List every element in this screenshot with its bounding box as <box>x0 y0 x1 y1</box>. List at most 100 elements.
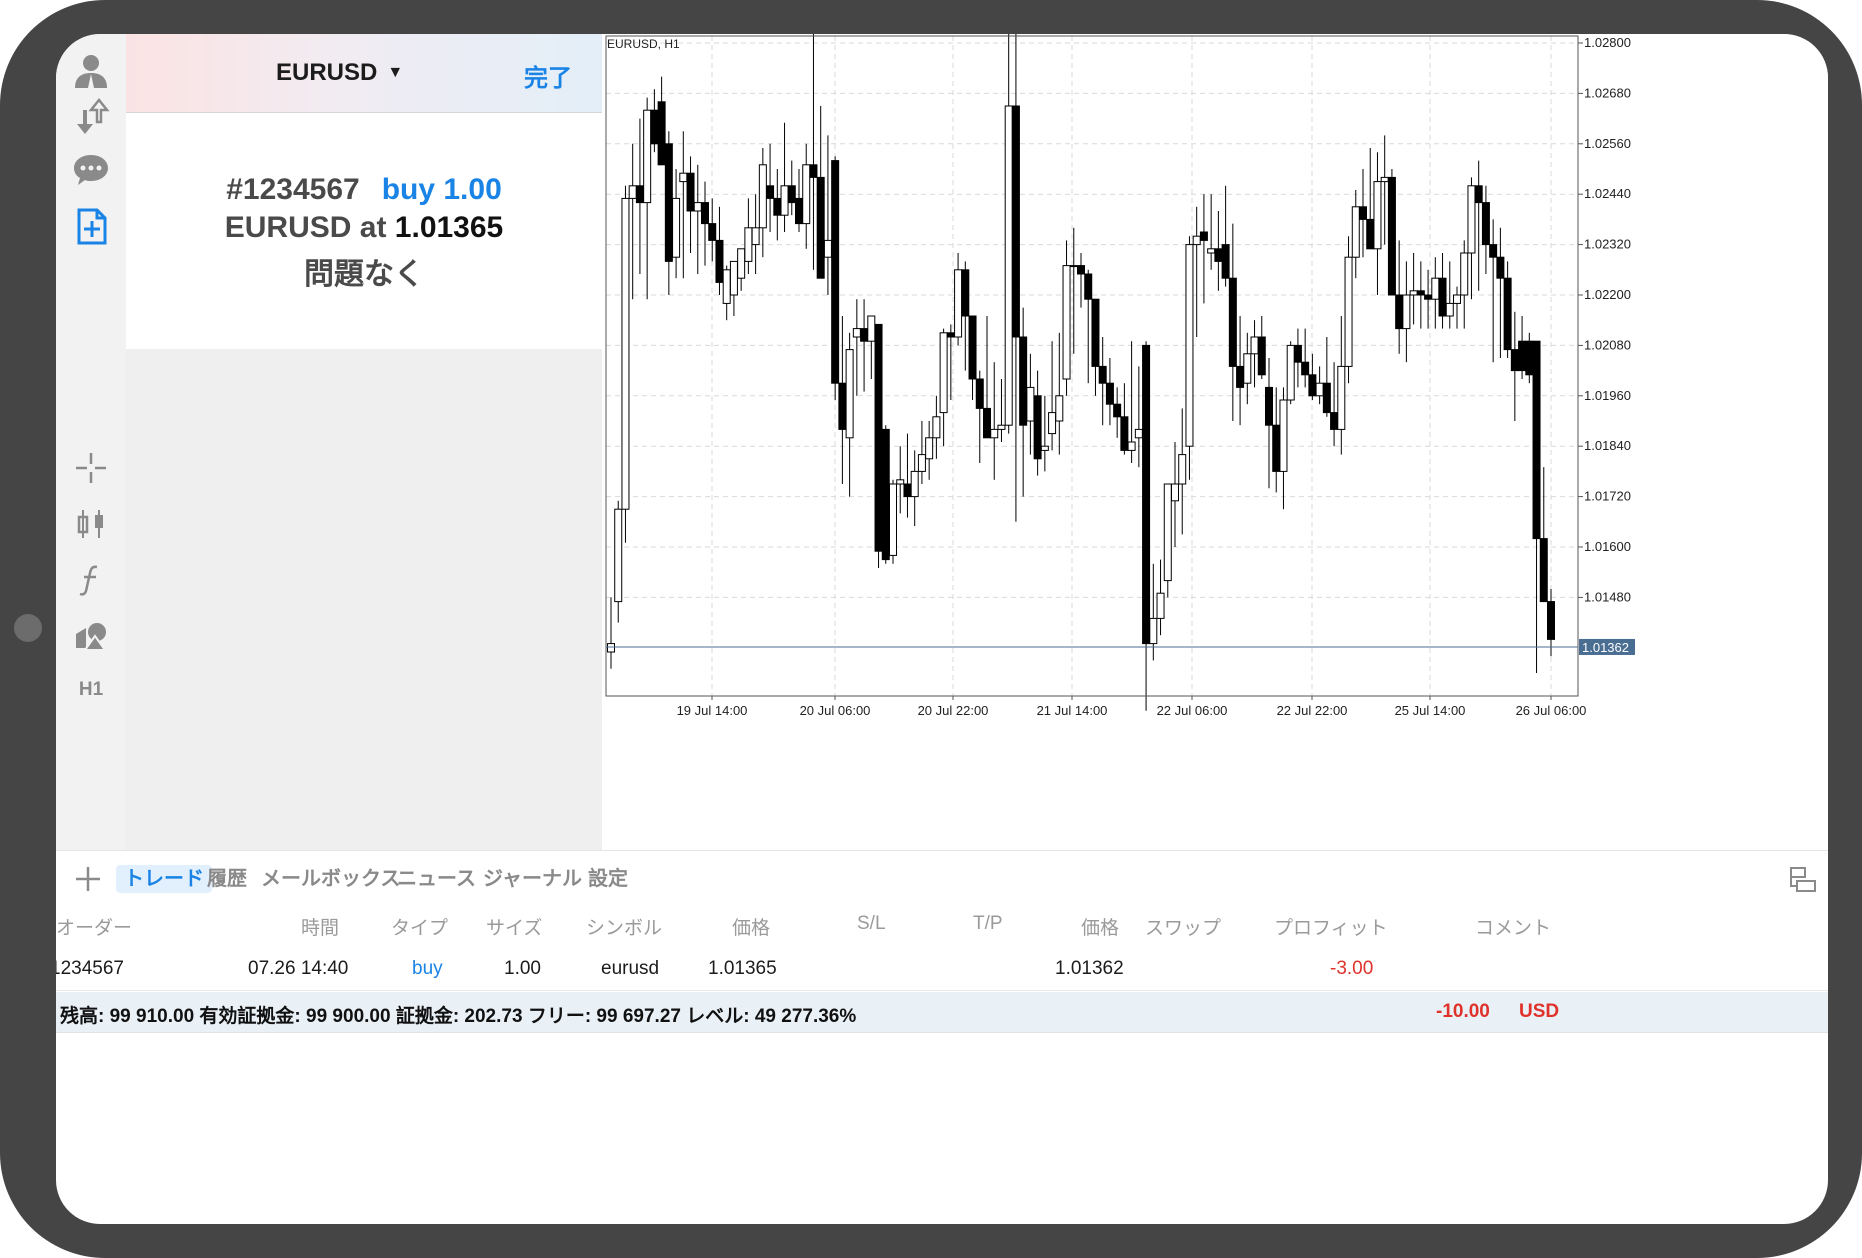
done-button[interactable]: 完了 <box>524 58 572 93</box>
candle-bull <box>614 508 623 603</box>
candle-bull <box>1279 399 1288 472</box>
candle-bull <box>925 437 934 460</box>
candle-bear <box>1518 340 1527 372</box>
candle-bear <box>1214 248 1223 262</box>
tab-settings[interactable]: 設定 <box>588 865 628 893</box>
summary-currency: USD <box>1519 1001 1560 1022</box>
candle-bull <box>932 416 941 439</box>
tab-journal[interactable]: ジャーナル <box>483 865 582 893</box>
chart-axes: 1.02800 1.02680 1.02560 1.02440 1.02320 1.022… <box>605 35 1635 718</box>
device-frame: H1 EURUSD ▼ 完了 #1234567 buy 1.00 EURUSD a… <box>0 0 1862 1258</box>
terminal-tabs: トレード 履歴 メールボックス ニュース ジャーナル 設定 <box>56 850 1828 907</box>
candle-bear <box>1105 382 1114 405</box>
candle-bear <box>1091 298 1100 367</box>
y-tick-label: 1.01720 <box>1584 489 1631 504</box>
candle-bull <box>823 239 832 258</box>
trade-transfer-icon[interactable] <box>67 92 115 140</box>
cell-type: buy <box>412 958 443 979</box>
candle-bear <box>1257 336 1266 376</box>
candle-bear <box>701 202 709 225</box>
candle-bear <box>1293 344 1302 363</box>
candle-bear <box>787 185 796 204</box>
y-tick-label: 1.01600 <box>1584 539 1631 554</box>
candle-bull <box>1431 277 1440 300</box>
candle-bear <box>968 315 977 380</box>
candle-bear <box>1120 416 1129 451</box>
candle-bear <box>1438 277 1447 317</box>
col-tp: T/P <box>973 913 1003 934</box>
candle-bear <box>1489 244 1498 258</box>
candle-bear <box>1113 403 1122 418</box>
candle-bear <box>1547 601 1555 640</box>
price-chart[interactable]: 1.02800 1.02680 1.02560 1.02440 1.02320 1.022… <box>602 34 1828 850</box>
order-action: buy 1.00 <box>381 173 502 206</box>
candle-bear <box>809 164 818 178</box>
col-order: オーダー <box>56 918 133 939</box>
indicators-icon[interactable] <box>67 500 115 548</box>
candle-bear <box>1142 344 1151 645</box>
summary-divider <box>56 1032 1828 1033</box>
candle-bull <box>1004 105 1013 426</box>
candle-bull <box>1453 294 1461 304</box>
candle-bull <box>1250 336 1259 355</box>
add-icon[interactable] <box>72 863 104 895</box>
candle-bear <box>795 197 803 225</box>
tab-mailbox[interactable]: メールボックス <box>261 865 400 893</box>
candle-bull <box>1380 176 1389 183</box>
x-tick-label: 21 Jul 14:00 <box>1037 703 1108 718</box>
candle-bear <box>881 428 890 561</box>
tab-history[interactable]: 履歴 <box>207 865 247 893</box>
tab-trade[interactable]: トレード <box>116 865 212 893</box>
chevron-down-icon: ▼ <box>387 64 404 81</box>
candle-bull <box>939 332 948 414</box>
candle-bull <box>1163 483 1172 582</box>
candle-bear <box>1308 374 1317 397</box>
candle-bull <box>1402 294 1411 330</box>
timeframe-icon[interactable]: H1 <box>67 666 115 714</box>
y-tick-label: 1.02320 <box>1584 237 1631 252</box>
chart-canvas[interactable]: 1.02800 1.02680 1.02560 1.02440 1.02320 1.022… <box>602 34 1828 850</box>
candle-bear <box>860 328 869 342</box>
symbol-label: EURUSD <box>276 59 378 86</box>
candle-bear <box>635 185 644 204</box>
new-order-icon[interactable] <box>67 202 115 250</box>
symbol-selector[interactable]: EURUSD ▼ <box>276 58 403 88</box>
col-current-price: 価格 <box>1081 918 1120 939</box>
tab-news[interactable]: ニュース <box>397 865 476 893</box>
y-tick-label: 1.02440 <box>1584 186 1631 201</box>
candle-bull <box>1351 206 1360 258</box>
y-tick-label: 1.02680 <box>1584 85 1631 100</box>
candle-bull <box>990 428 999 439</box>
x-tick-label: 22 Jul 22:00 <box>1277 703 1348 718</box>
account-icon[interactable] <box>67 46 115 94</box>
candle-bull <box>780 185 789 216</box>
order-header: EURUSD ▼ 完了 <box>126 34 602 113</box>
candle-bull <box>1467 185 1476 254</box>
candle-bull <box>672 197 681 258</box>
candle-bear <box>1474 185 1483 204</box>
x-tick-label: 20 Jul 06:00 <box>800 703 871 718</box>
candle-bear <box>1199 231 1208 241</box>
function-icon[interactable] <box>67 556 115 604</box>
cell-symbol: eurusd <box>601 958 660 979</box>
chat-icon[interactable] <box>67 146 115 194</box>
candle-bull <box>896 479 905 485</box>
order-confirmation: #1234567 buy 1.00 EURUSD at 1.01365 問題なく <box>126 113 602 349</box>
y-tick-label: 1.02800 <box>1584 35 1631 50</box>
order-panel: EURUSD ▼ 完了 #1234567 buy 1.00 EURUSD at 1… <box>126 34 602 850</box>
candle-bear <box>983 407 991 439</box>
candle-bear <box>1265 386 1273 426</box>
candle-bear <box>1416 290 1425 296</box>
candle-bull <box>852 328 861 338</box>
candle-bull <box>643 109 652 204</box>
candle-bear <box>874 323 883 552</box>
candle-bear <box>1525 340 1534 376</box>
confirmation-line-price: EURUSD at 1.01365 <box>126 211 602 245</box>
candle-bull <box>1207 248 1216 254</box>
objects-icon[interactable] <box>67 612 115 660</box>
crosshair-icon[interactable] <box>67 444 115 492</box>
confirmation-line-ticket: #1234567 buy 1.00 <box>126 173 602 207</box>
layout-icon[interactable] <box>1788 865 1818 895</box>
chart-title: EURUSD, H1 <box>607 37 680 51</box>
candle-bear <box>1077 265 1085 275</box>
